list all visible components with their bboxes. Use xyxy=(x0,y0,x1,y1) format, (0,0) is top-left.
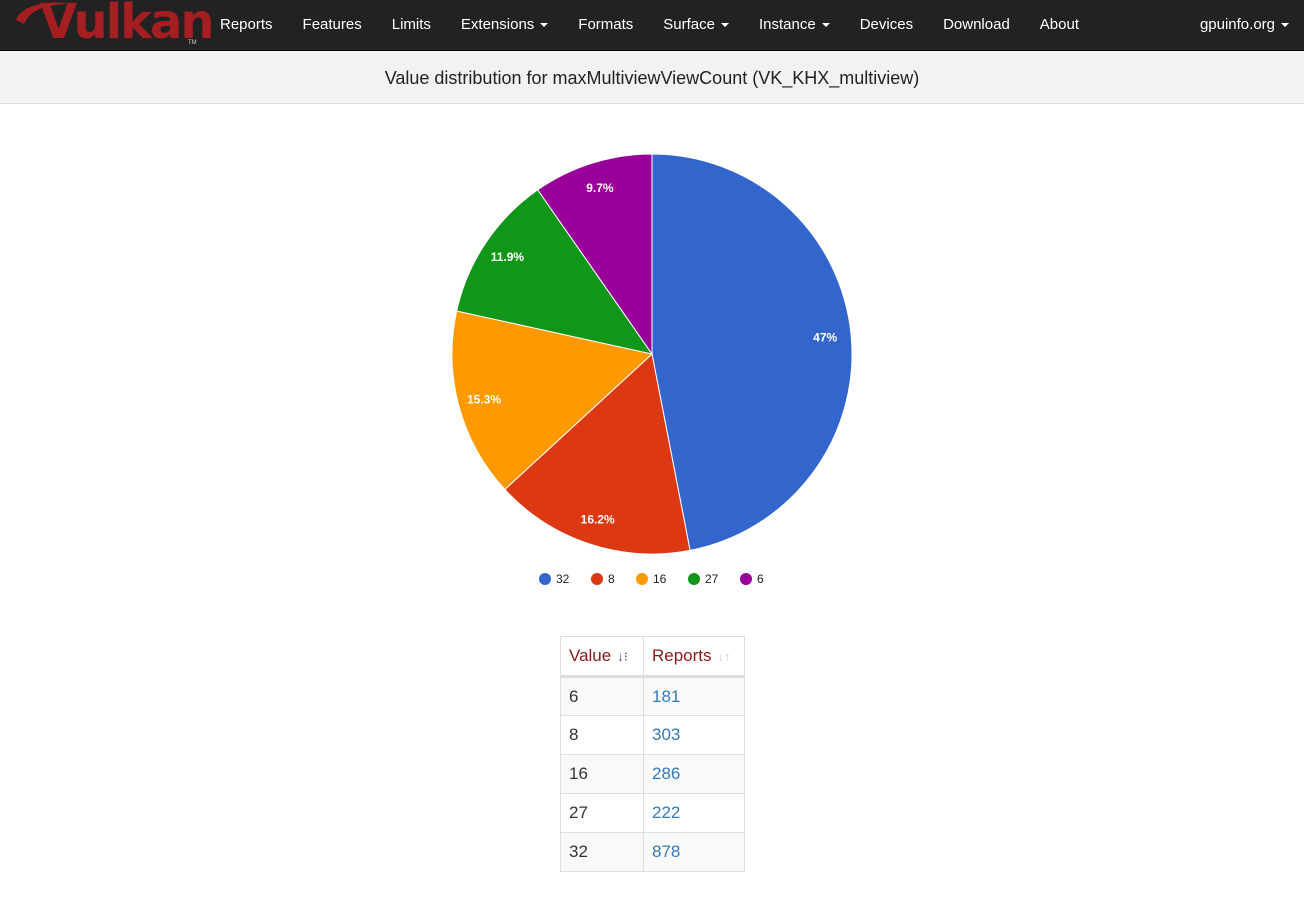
reports-column-header[interactable]: Reports ↓↑ xyxy=(643,636,745,678)
pie-slices xyxy=(451,153,853,555)
legend-swatch xyxy=(539,573,551,585)
nav-gpuinfo-label: gpuinfo.org xyxy=(1199,16,1275,33)
pie-chart: 47% 16.2% 15.3% 11.9% 9.7% 32 8 16 27 6 xyxy=(0,104,1304,604)
reports-link[interactable]: 286 xyxy=(643,754,745,794)
nav-item-reports[interactable]: Reports xyxy=(205,0,288,51)
nav-item-label: Limits xyxy=(391,16,431,33)
table-row: 6 181 xyxy=(560,676,745,716)
value-cell: 32 xyxy=(560,832,644,872)
page-title: Value distribution for maxMultiviewViewC… xyxy=(384,68,920,88)
legend-item-6[interactable]: 6 xyxy=(740,572,764,586)
pie-chart-svg: 47% 16.2% 15.3% 11.9% 9.7% 32 8 16 27 6 xyxy=(451,153,853,586)
table-row: 27 222 xyxy=(560,793,745,833)
nav-item-label: Instance xyxy=(759,16,816,33)
chevron-down-icon xyxy=(821,23,830,28)
nav-item-label: About xyxy=(1039,16,1079,33)
legend-label: 16 xyxy=(653,572,667,586)
logo-trademark: TM xyxy=(188,40,197,46)
legend-item-8[interactable]: 8 xyxy=(591,572,615,586)
value-cell: 16 xyxy=(560,754,644,794)
value-cell: 6 xyxy=(560,676,644,716)
sort-ascending-icon: ↓⁝ xyxy=(617,649,628,664)
chevron-down-icon xyxy=(721,23,729,28)
value-column-header[interactable]: Value ↓⁝ xyxy=(560,636,644,678)
reports-link[interactable]: 878 xyxy=(643,832,745,872)
nav-item-label: Extensions xyxy=(460,16,535,33)
slice-percent-label: 9.7% xyxy=(586,181,614,195)
nav-item-instance[interactable]: Instance xyxy=(744,0,845,51)
legend-item-27[interactable]: 27 xyxy=(688,572,719,586)
legend-label: 6 xyxy=(757,572,764,586)
nav-item-formats[interactable]: Formats xyxy=(563,0,648,51)
table-body: 6 181 8 303 16 286 27 222 32 878 xyxy=(560,676,745,872)
slice-percent-label: 16.2% xyxy=(581,512,615,526)
legend-swatch xyxy=(591,573,603,585)
legend-item-16[interactable]: 16 xyxy=(636,572,667,586)
reports-link[interactable]: 222 xyxy=(643,793,745,833)
reports-link[interactable]: 303 xyxy=(643,715,745,755)
value-table-container: Value ↓⁝ Reports ↓↑ 6 181 8 303 16 286 27 222 32 87… xyxy=(560,636,745,872)
table-row: 16 286 xyxy=(560,754,745,794)
legend-label: 32 xyxy=(556,572,570,586)
chevron-down-icon xyxy=(1281,23,1289,28)
nav-item-features[interactable]: Features xyxy=(288,0,377,51)
nav-item-label: Formats xyxy=(578,16,634,33)
nav-item-extensions[interactable]: Extensions xyxy=(446,0,563,51)
nav-item-download[interactable]: Download xyxy=(928,0,1025,51)
nav-item-about[interactable]: About xyxy=(1025,0,1094,51)
navbar: Vulkan TM Reports Features Limits Extension… xyxy=(0,0,1304,51)
nav-item-label: Features xyxy=(302,16,362,33)
nav-item-label: Reports xyxy=(220,16,273,33)
main-nav: Reports Features Limits Extensions Formats Su… xyxy=(205,0,1094,51)
nav-item-surface[interactable]: Surface xyxy=(648,0,744,51)
value-cell: 8 xyxy=(560,715,644,755)
legend-swatch xyxy=(688,573,700,585)
pie-slice-32[interactable] xyxy=(651,153,853,551)
page-title-bar: Value distribution for maxMultiviewViewC… xyxy=(0,51,1304,104)
slice-percent-label: 15.3% xyxy=(467,392,501,406)
nav-item-limits[interactable]: Limits xyxy=(377,0,446,51)
nav-item-devices[interactable]: Devices xyxy=(845,0,928,51)
logo-text: Vulkan xyxy=(40,0,215,50)
value-header-label: Value xyxy=(569,646,612,665)
table-header-row: Value ↓⁝ Reports ↓↑ xyxy=(560,636,745,678)
legend-label: 27 xyxy=(705,572,719,586)
nav-item-label: Surface xyxy=(663,16,715,33)
chart-legend: 32 8 16 27 6 xyxy=(539,572,764,586)
nav-item-label: Devices xyxy=(859,16,914,33)
table-row: 32 878 xyxy=(560,832,745,872)
reports-header-label: Reports xyxy=(652,646,712,665)
legend-label: 8 xyxy=(608,572,615,586)
nav-gpuinfo-dropdown[interactable]: gpuinfo.org xyxy=(1185,0,1304,51)
slice-percent-label: 11.9% xyxy=(491,250,525,264)
nav-item-label: Download xyxy=(943,16,1010,33)
vulkan-logo[interactable]: Vulkan TM xyxy=(12,0,215,51)
slice-percent-label: 47% xyxy=(813,330,837,344)
value-cell: 27 xyxy=(560,793,644,833)
sort-unsorted-icon: ↓↑ xyxy=(717,649,731,664)
table-row: 8 303 xyxy=(560,715,745,755)
legend-item-32[interactable]: 32 xyxy=(539,572,570,586)
legend-swatch xyxy=(740,573,752,585)
chevron-down-icon xyxy=(540,23,549,28)
reports-link[interactable]: 181 xyxy=(643,676,745,716)
value-table: Value ↓⁝ Reports ↓↑ 6 181 8 303 16 286 27 222 32 87… xyxy=(560,636,745,872)
legend-swatch xyxy=(636,573,648,585)
